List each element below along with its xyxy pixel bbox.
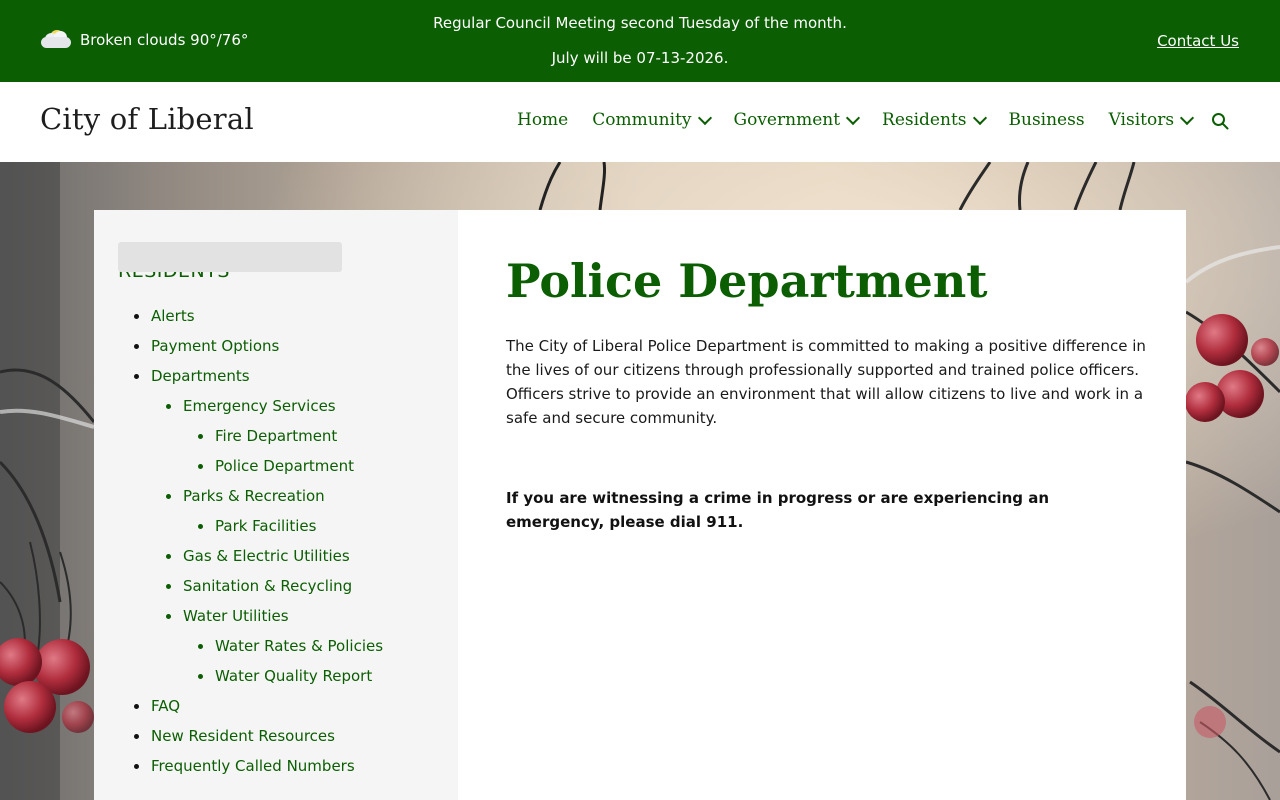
- emergency-notice: If you are witnessing a crime in progres…: [506, 489, 1050, 531]
- bullet-icon: [134, 764, 139, 769]
- bullet-icon: [198, 434, 203, 439]
- sidebar-item-label: FAQ: [151, 697, 181, 715]
- nav-item-home[interactable]: Home: [517, 110, 568, 130]
- nav-item-community[interactable]: Community: [592, 110, 712, 130]
- sidebar-item-label: Emergency Services: [183, 397, 336, 415]
- weather-text: Broken clouds 90°/76°: [80, 31, 249, 49]
- announcement-line-1: Regular Council Meeting second Tuesday o…: [433, 14, 847, 32]
- bullet-icon: [166, 554, 171, 559]
- sidebar-item-label: New Resident Resources: [151, 727, 335, 745]
- intro-paragraph: The City of Liberal Police Department is…: [506, 337, 1146, 427]
- bullet-icon: [198, 464, 203, 469]
- sidebar-item-label: Payment Options: [151, 337, 280, 355]
- weather-widget: Broken clouds 90°/76°: [40, 28, 248, 52]
- sidebar-item-label: Parks & Recreation: [183, 487, 325, 505]
- chevron-down-icon: [845, 110, 861, 125]
- bullet-icon: [198, 524, 203, 529]
- sidebar-item-label: Frequently Called Numbers: [151, 757, 355, 775]
- sidebar-item-label: Park Facilities: [215, 517, 317, 535]
- active-item-highlight: [118, 242, 342, 272]
- sidebar-item-label: Departments: [151, 367, 250, 385]
- bullet-icon: [166, 404, 171, 409]
- sidebar-item-label: Water Quality Report: [215, 667, 373, 685]
- bullet-icon: [198, 674, 203, 679]
- sidebar-item-label: Fire Department: [215, 427, 338, 445]
- bullet-icon: [166, 584, 171, 589]
- chevron-down-icon: [972, 110, 987, 125]
- bullet-icon: [134, 344, 139, 349]
- search-icon[interactable]: [1211, 112, 1229, 130]
- nav-item-government[interactable]: Government: [734, 110, 861, 130]
- page-title: Police Department: [506, 254, 988, 308]
- sidebar-item-label: Water Rates & Policies: [215, 637, 384, 655]
- bullet-icon: [134, 374, 139, 379]
- bullet-icon: [134, 314, 139, 319]
- contact-us-link[interactable]: Contact Us: [1157, 32, 1239, 50]
- main-content: Police Department The City of Liberal Po…: [458, 210, 1186, 800]
- sidebar-item-label: Police Department: [215, 457, 355, 475]
- nav-item-business[interactable]: Business: [1009, 110, 1085, 130]
- main-nav: Home Community Government Residents Busi…: [517, 110, 1216, 130]
- bullet-icon: [166, 494, 171, 499]
- bullet-icon: [198, 644, 203, 649]
- bullet-icon: [134, 704, 139, 709]
- site-title[interactable]: City of Liberal: [40, 102, 254, 136]
- alert-bar: Broken clouds 90°/76° Regular Council Me…: [0, 0, 1280, 82]
- chevron-down-icon: [697, 110, 712, 125]
- nav-item-residents[interactable]: Residents: [882, 110, 987, 130]
- bullet-icon: [166, 614, 171, 619]
- announcement-line-2: July will be 07-13-2026.: [551, 49, 729, 67]
- sidebar-item-label: Gas & Electric Utilities: [183, 547, 350, 565]
- sidebar-item-label: Sanitation & Recycling: [183, 577, 353, 595]
- site-header: City of Liberal Home Community Governmen…: [0, 82, 1280, 162]
- nav-item-visitors[interactable]: Visitors: [1109, 110, 1195, 130]
- sidebar-item-label: Alerts: [151, 307, 195, 325]
- sidebar-item-label: Water Utilities: [183, 607, 289, 625]
- partly-cloudy-icon: [40, 29, 72, 51]
- chevron-down-icon: [1179, 110, 1195, 125]
- bullet-icon: [134, 734, 139, 739]
